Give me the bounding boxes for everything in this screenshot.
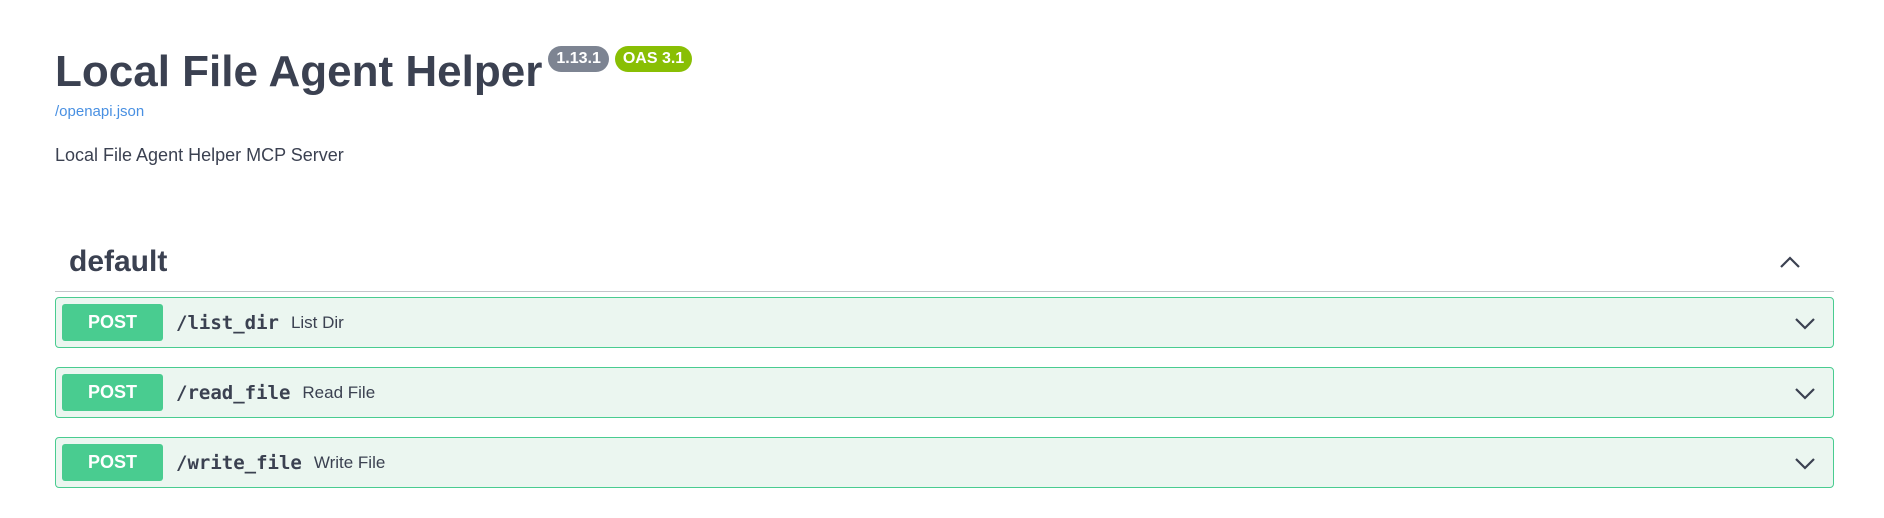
operations-section-default: default	[55, 232, 1834, 292]
api-info: Local File Agent Helper 1.13.1 OAS 3.1 /…	[55, 44, 698, 166]
method-badge: POST	[62, 304, 163, 341]
chevron-down-icon[interactable]	[1793, 381, 1817, 405]
operation-read-file[interactable]: POST /read_file Read File	[55, 367, 1834, 418]
operation-path: /list_dir	[176, 311, 279, 334]
version-badge: 1.13.1	[548, 46, 609, 72]
operation-summary: List Dir	[290, 312, 344, 332]
api-description: Local File Agent Helper MCP Server	[55, 145, 344, 165]
chevron-down-icon[interactable]	[1793, 311, 1817, 335]
method-badge: POST	[62, 444, 163, 481]
operation-summary: Write File	[313, 452, 386, 472]
api-title: Local File Agent Helper	[55, 47, 543, 96]
openapi-json-link[interactable]: /openapi.json	[55, 103, 698, 120]
section-title: default	[69, 244, 168, 278]
operation-path: /write_file	[176, 451, 302, 474]
title-row: Local File Agent Helper 1.13.1 OAS 3.1	[55, 44, 698, 100]
method-badge: POST	[62, 374, 163, 411]
operation-list-dir[interactable]: POST /list_dir List Dir	[55, 297, 1834, 348]
chevron-up-icon[interactable]	[1778, 250, 1802, 274]
operation-write-file[interactable]: POST /write_file Write File	[55, 437, 1834, 488]
swagger-ui-page: Local File Agent Helper 1.13.1 OAS 3.1 /…	[0, 0, 1884, 518]
badges: 1.13.1 OAS 3.1	[548, 46, 698, 72]
operation-path: /read_file	[176, 381, 291, 404]
section-header-default[interactable]: default	[55, 232, 1834, 292]
operation-summary: Read File	[302, 382, 376, 402]
oas-badge: OAS 3.1	[614, 46, 693, 72]
chevron-down-icon[interactable]	[1793, 451, 1817, 475]
